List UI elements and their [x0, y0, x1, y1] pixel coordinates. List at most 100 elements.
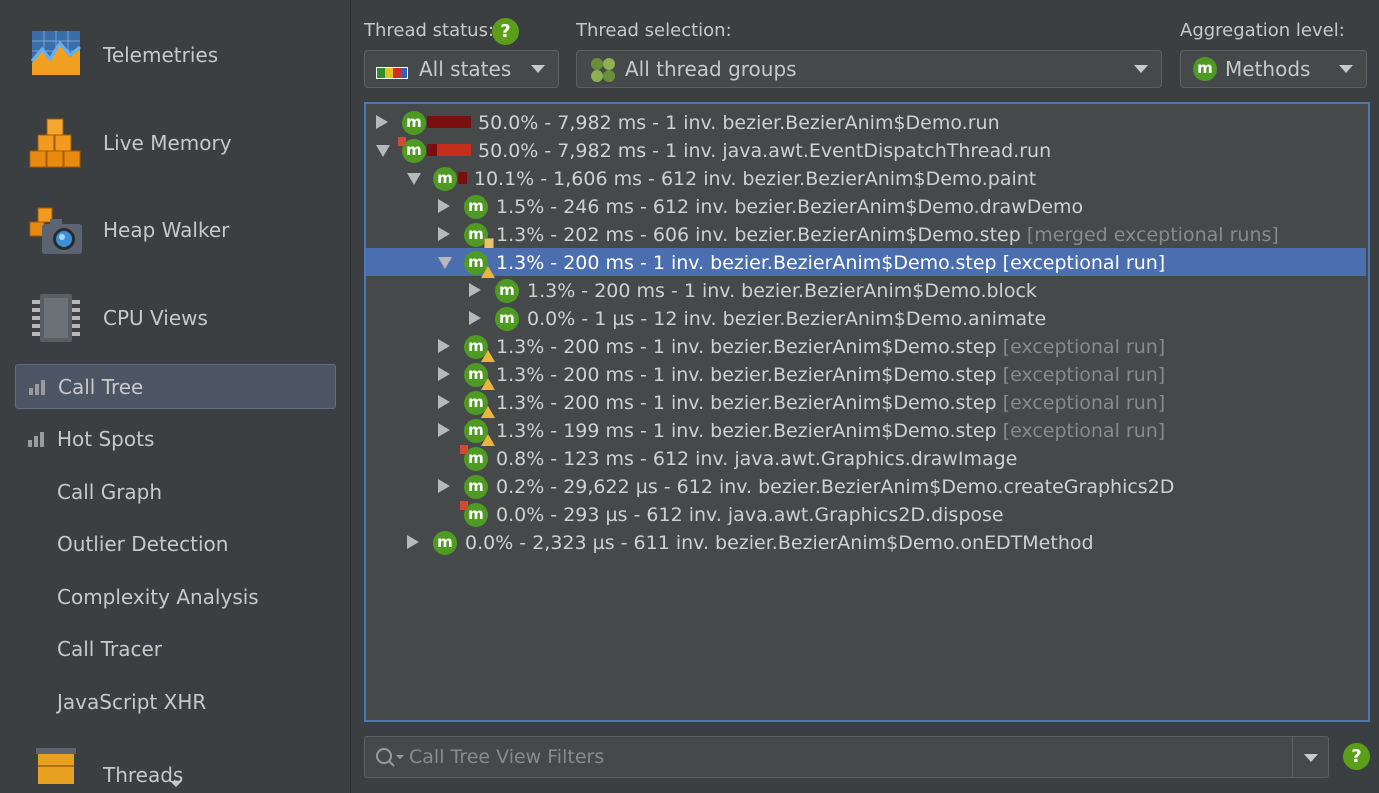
call-tree-view-filter[interactable]: Call Tree View Filters — [364, 736, 1329, 778]
sidebar-item-javascript-xhr[interactable]: JavaScript XHR — [15, 680, 336, 725]
tree-row[interactable]: m 50.0% - 7,982 ms - 1 inv. java.awt.Even… — [366, 136, 1366, 164]
run-annotation-text: [exceptional run] — [1002, 364, 1166, 386]
thread-selection-combo[interactable]: All thread groups — [576, 50, 1162, 88]
tree-row-label: 1.3% - 199 ms - 1 inv. bezier.BezierAnim… — [496, 416, 1165, 444]
tree-row-label: 0.2% - 29,622 µs - 612 inv. bezier.Bezie… — [496, 472, 1174, 500]
method-icon: m — [464, 391, 495, 418]
bar-chart-icon — [29, 379, 47, 395]
tree-row[interactable]: m 1.3% - 200 ms - 1 inv. bezier.BezierAni… — [366, 388, 1366, 418]
method-glyph: m — [468, 477, 484, 495]
tree-row[interactable]: m 1.3% - 199 ms - 1 inv. bezier.BezierAni… — [366, 416, 1366, 446]
tree-row-label: 1.3% - 200 ms - 1 inv. bezier.BezierAnim… — [496, 360, 1165, 388]
filter-history-dropdown[interactable] — [1292, 737, 1328, 777]
collapsed-toggle-icon[interactable] — [438, 339, 450, 353]
call-info-text: 0.0% - 2,323 µs - 611 inv. bezier.Bezier… — [465, 532, 1094, 554]
collapsed-toggle-icon[interactable] — [376, 115, 388, 129]
collapsed-toggle-icon[interactable] — [438, 199, 450, 213]
sidebar-item-label: Complexity Analysis — [57, 585, 259, 609]
call-info-text: 0.8% - 123 ms - 612 inv. java.awt.Graphi… — [496, 448, 1018, 470]
sidebar-item-label: Call Tree — [58, 375, 144, 399]
sidebar-item-live-memory[interactable]: Live Memory — [0, 103, 350, 183]
scroll-down-arrow-icon[interactable] — [170, 781, 182, 787]
live-memory-icon — [28, 115, 84, 171]
tree-row-label: 1.3% - 200 ms - 1 inv. bezier.BezierAnim… — [527, 276, 1037, 304]
sidebar-item-label: JavaScript XHR — [57, 690, 207, 714]
method-glyph: m — [406, 113, 422, 131]
sidebar-item-hot-spots[interactable]: Hot Spots — [15, 417, 336, 462]
collapsed-toggle-icon[interactable] — [438, 367, 450, 381]
threads-icon — [28, 746, 84, 793]
thread-status-combo[interactable]: All states — [364, 50, 559, 88]
method-icon: m — [460, 501, 488, 527]
tree-row[interactable]: m 1.3% - 200 ms - 1 inv. bezier.BezierAni… — [366, 360, 1366, 390]
sidebar-item-cpu-views[interactable]: CPU Views — [0, 278, 350, 358]
thread-groups-icon — [590, 57, 616, 87]
tree-row[interactable]: m 1.3% - 200 ms - 1 inv. bezier.BezierAni… — [366, 332, 1366, 362]
call-info-text: 10.1% - 1,606 ms - 612 inv. bezier.Bezie… — [473, 168, 1037, 190]
sidebar-item-heap-walker[interactable]: Heap Walker — [0, 190, 350, 270]
run-annotation-text: [exceptional run] — [1002, 420, 1166, 442]
method-icon: m — [398, 137, 426, 163]
sidebar-item-complexity-analysis[interactable]: Complexity Analysis — [15, 575, 336, 620]
expanded-toggle-icon[interactable] — [438, 257, 452, 269]
thread-states-icon — [376, 64, 408, 83]
collapsed-toggle-icon[interactable] — [438, 423, 450, 437]
sidebar-item-telemetries[interactable]: Telemetries — [0, 15, 350, 95]
run-annotation-text: [exceptional run] — [1002, 252, 1166, 274]
aggregation-level-combo[interactable]: m Methods — [1180, 50, 1367, 88]
thread-status-value: All states — [419, 57, 512, 81]
sidebar-item-label: Outlier Detection — [57, 532, 229, 556]
tree-row[interactable]: m 0.8% - 123 ms - 612 inv. java.awt.Graph… — [366, 444, 1366, 472]
tree-row[interactable]: m 0.2% - 29,622 µs - 612 inv. bezier.Bezi… — [366, 472, 1366, 500]
tree-row-label: 0.0% - 1 µs - 12 inv. bezier.BezierAnim$… — [527, 304, 1046, 332]
tree-row[interactable]: m 1.3% - 200 ms - 1 inv. bezier.BezierAni… — [366, 248, 1366, 278]
call-info-text: 1.3% - 199 ms - 1 inv. bezier.BezierAnim… — [496, 420, 997, 442]
time-bar — [427, 116, 471, 128]
tree-row[interactable]: m 0.0% - 2,323 µs - 611 inv. bezier.Bezie… — [366, 528, 1366, 556]
collapsed-toggle-icon[interactable] — [438, 395, 450, 409]
method-icon: m — [464, 223, 494, 249]
expanded-toggle-icon[interactable] — [407, 173, 421, 185]
method-glyph: m — [468, 449, 484, 467]
help-icon[interactable]: ? — [492, 18, 519, 45]
tree-row-label: 1.3% - 200 ms - 1 inv. bezier.BezierAnim… — [496, 248, 1165, 276]
tree-row[interactable]: m 1.3% - 200 ms - 1 inv. bezier.BezierAni… — [366, 276, 1366, 304]
tree-row[interactable]: m 0.0% - 293 µs - 612 inv. java.awt.Graph… — [366, 500, 1366, 528]
native-call-marker-icon — [460, 445, 468, 454]
collapsed-toggle-icon[interactable] — [438, 479, 450, 493]
bar-chart-icon — [28, 431, 46, 447]
sidebar-item-outlier-detection[interactable]: Outlier Detection — [15, 522, 336, 567]
sidebar-item-call-tracer[interactable]: Call Tracer — [15, 627, 336, 672]
method-icon: m — [464, 419, 495, 446]
collapsed-toggle-icon[interactable] — [407, 535, 419, 549]
sidebar-item-call-tree[interactable]: Call Tree — [15, 364, 336, 409]
tree-row-label: 0.0% - 2,323 µs - 611 inv. bezier.Bezier… — [465, 528, 1094, 556]
method-icon: m — [464, 195, 488, 219]
collapsed-toggle-icon[interactable] — [438, 227, 450, 241]
search-icon[interactable] — [375, 747, 405, 773]
time-bar — [458, 172, 467, 184]
tree-row-label: 50.0% - 7,982 ms - 1 inv. bezier.BezierA… — [478, 108, 1000, 136]
run-annotation-text: [merged exceptional runs] — [1026, 224, 1279, 246]
tree-row[interactable]: m 1.5% - 246 ms - 612 inv. bezier.BezierA… — [366, 192, 1366, 220]
thread-status-label: Thread status: — [364, 20, 495, 41]
collapsed-toggle-icon[interactable] — [469, 283, 481, 297]
tree-row-label: 10.1% - 1,606 ms - 612 inv. bezier.Bezie… — [474, 164, 1036, 192]
run-annotation-text: [exceptional run] — [1002, 336, 1166, 358]
filter-help-icon[interactable]: ? — [1343, 743, 1370, 770]
call-info-text: 1.3% - 202 ms - 606 inv. bezier.BezierAn… — [496, 224, 1021, 246]
telemetries-icon — [28, 27, 84, 83]
sidebar-item-call-graph[interactable]: Call Graph — [15, 470, 336, 515]
expanded-toggle-icon[interactable] — [376, 145, 390, 157]
tree-row[interactable]: m 0.0% - 1 µs - 12 inv. bezier.BezierAnim… — [366, 304, 1366, 332]
tree-row[interactable]: m 50.0% - 7,982 ms - 1 inv. bezier.Bezier… — [366, 108, 1366, 136]
time-bar-segment — [437, 144, 471, 156]
tree-row[interactable]: m 10.1% - 1,606 ms - 612 inv. bezier.Bezi… — [366, 164, 1366, 192]
collapsed-toggle-icon[interactable] — [469, 311, 481, 325]
tree-row-label: 1.3% - 202 ms - 606 inv. bezier.BezierAn… — [496, 220, 1279, 248]
method-icon: m — [464, 475, 488, 499]
tree-row[interactable]: m 1.3% - 202 ms - 606 inv. bezier.BezierA… — [366, 220, 1366, 249]
chevron-down-icon — [1339, 65, 1353, 73]
call-info-text: 1.3% - 200 ms - 1 inv. bezier.BezierAnim… — [527, 280, 1037, 302]
method-glyph: m — [406, 141, 422, 159]
